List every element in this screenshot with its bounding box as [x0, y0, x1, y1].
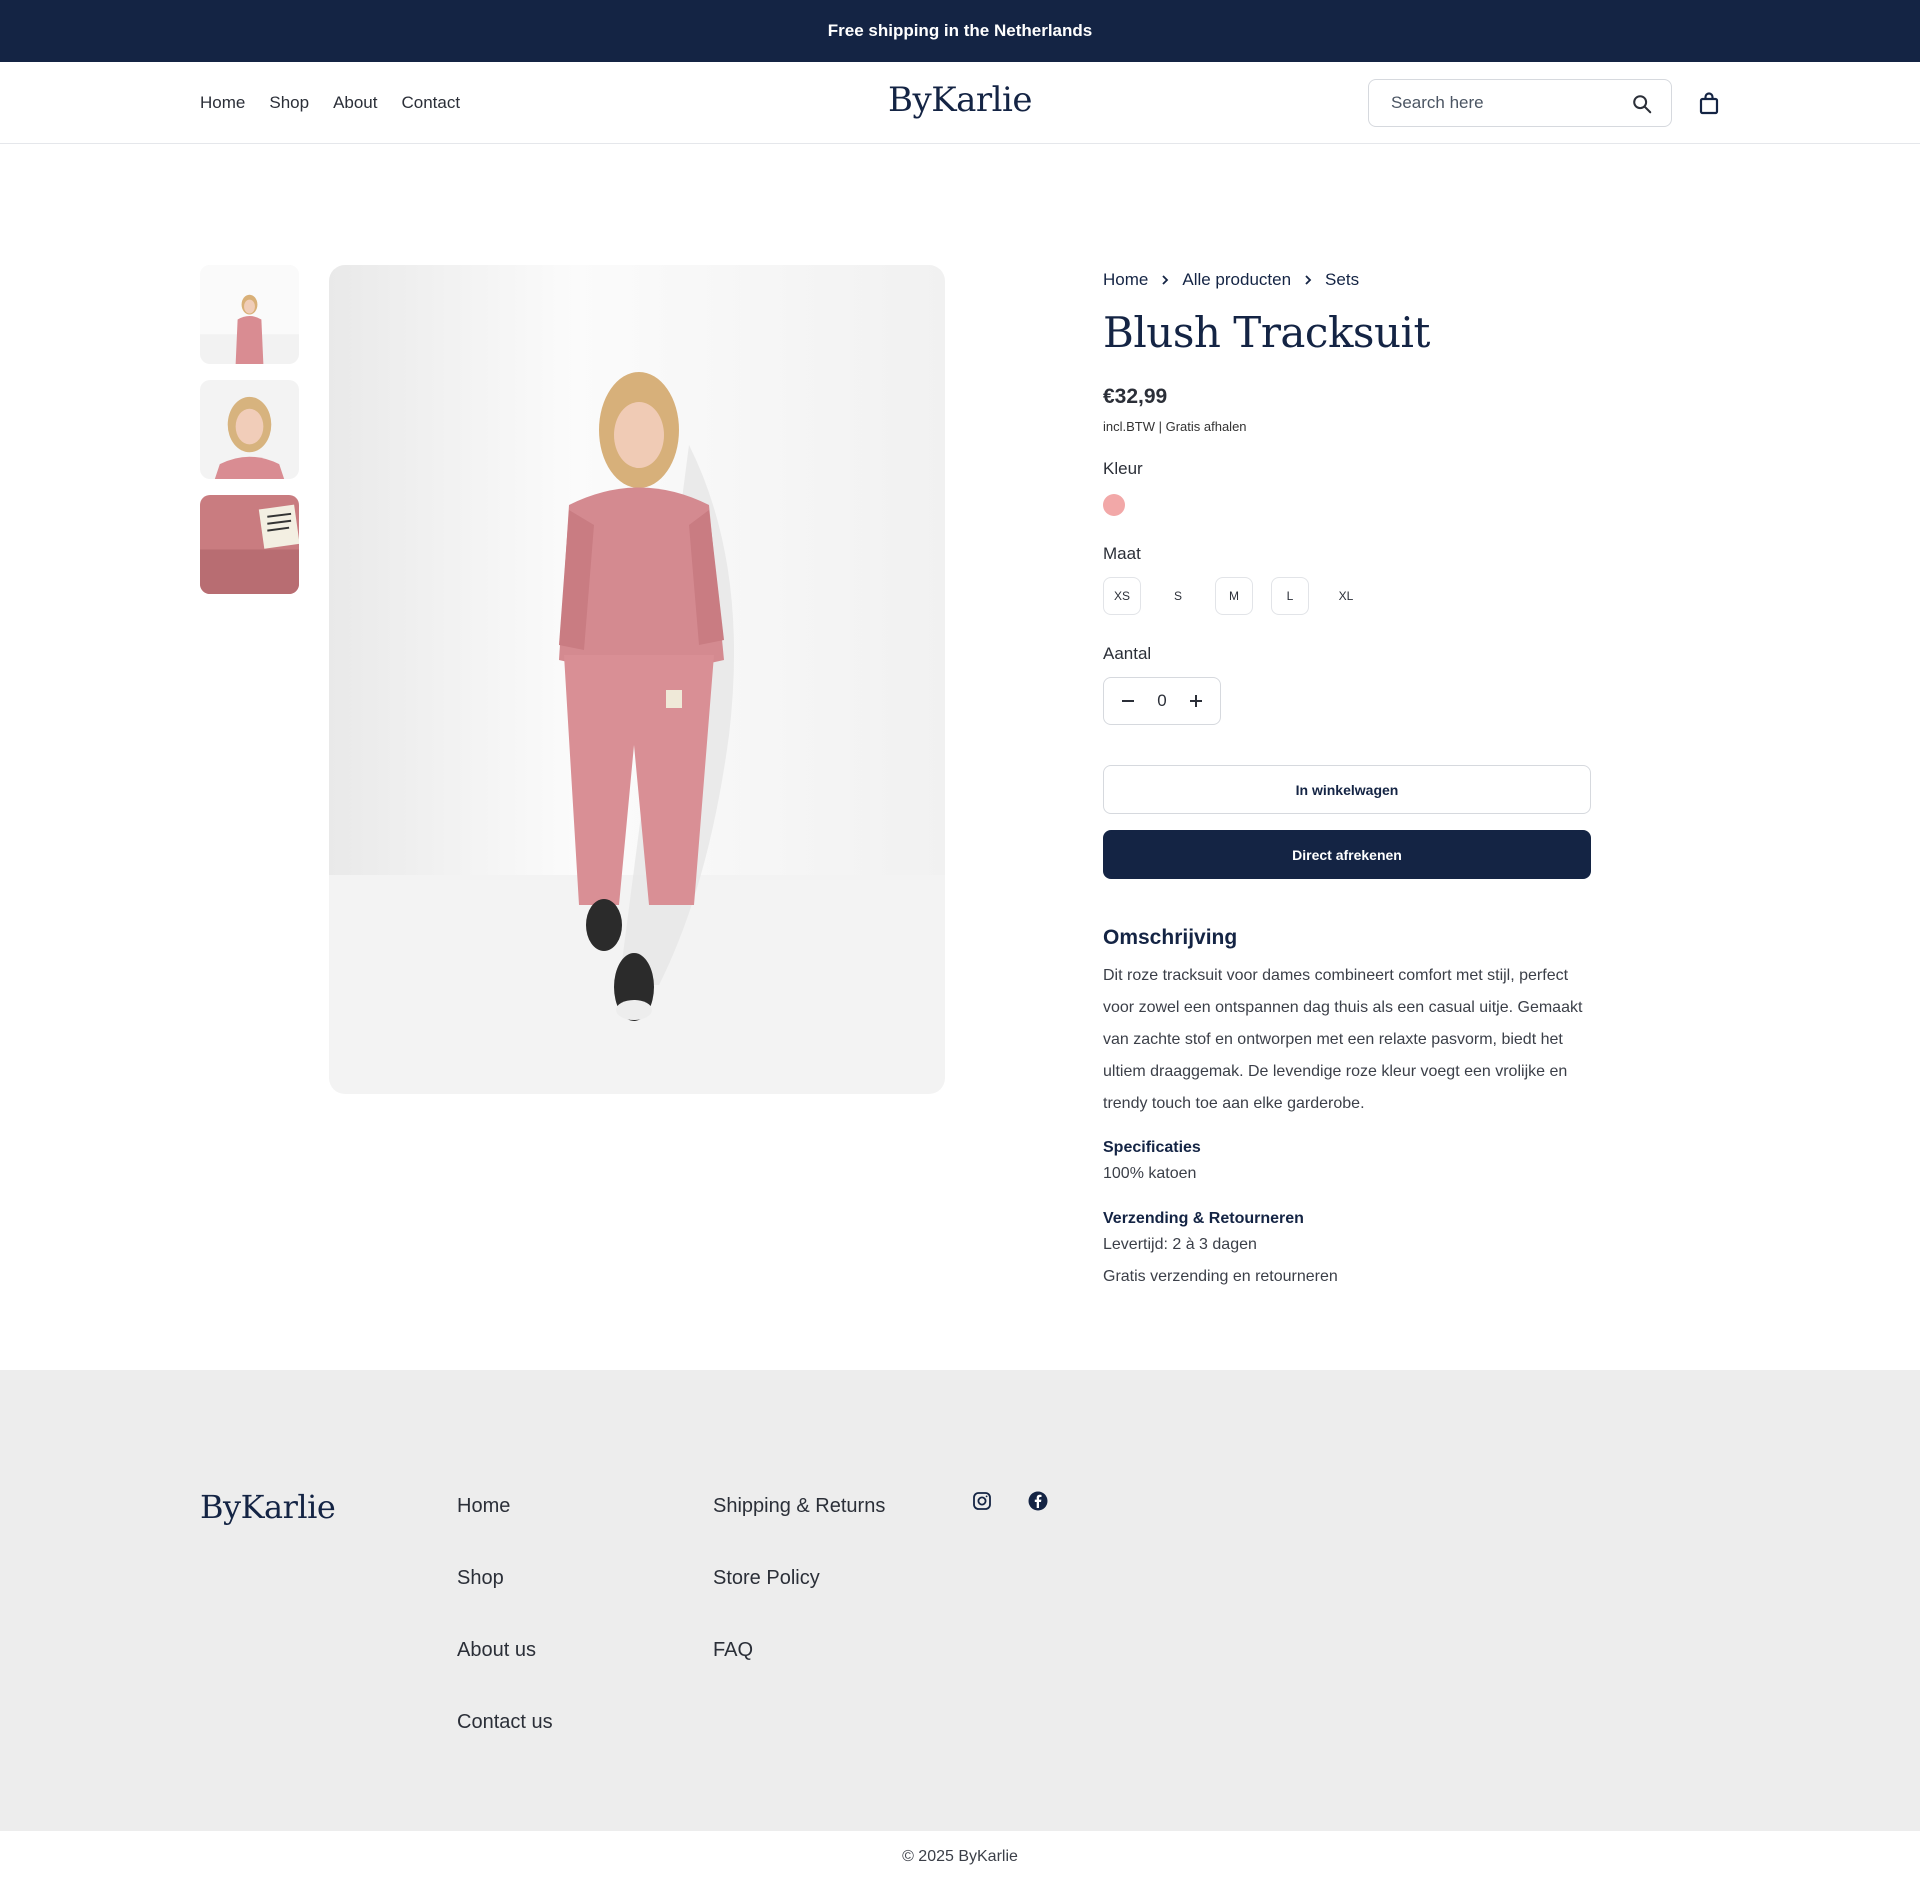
footer-link-contact[interactable]: Contact us: [457, 1711, 553, 1734]
plus-icon: [1190, 695, 1202, 707]
specifications-text: 100% katoen: [1103, 1165, 1197, 1182]
shipping-heading: Verzending & Retourneren: [1103, 1210, 1304, 1227]
product-main-image[interactable]: [329, 265, 945, 1094]
nav-home[interactable]: Home: [200, 93, 245, 113]
site-header: Home Shop About Contact ByKarlie: [0, 62, 1920, 144]
product-thumbnail-2[interactable]: [200, 380, 299, 479]
add-to-cart-button[interactable]: In winkelwagen: [1103, 765, 1591, 814]
breadcrumb: Home Alle producten Sets: [1103, 270, 1359, 290]
brand-logo[interactable]: ByKarlie: [888, 80, 1033, 120]
decrement-button[interactable]: [1118, 691, 1138, 711]
minus-icon: [1122, 700, 1134, 702]
color-label: Kleur: [1103, 459, 1143, 478]
size-option-xl[interactable]: XL: [1327, 577, 1365, 615]
site-footer: ByKarlie Home Shop About us Contact us S…: [0, 1370, 1920, 1831]
footer-link-store-policy[interactable]: Store Policy: [713, 1567, 885, 1590]
search-input[interactable]: [1391, 93, 1611, 113]
footer-link-home[interactable]: Home: [457, 1495, 553, 1518]
facebook-icon[interactable]: [1028, 1491, 1048, 1511]
chevron-right-icon: [1162, 275, 1169, 285]
footer-links-main: Home Shop About us Contact us: [457, 1495, 553, 1734]
announcement-bar: Free shipping in the Netherlands: [0, 0, 1920, 62]
breadcrumb-all-products[interactable]: Alle producten: [1182, 270, 1291, 290]
size-options: XS S M L XL: [1103, 577, 1365, 615]
color-swatch-pink[interactable]: [1103, 494, 1125, 516]
price-note: incl.BTW | Gratis afhalen: [1103, 419, 1247, 434]
chevron-right-icon: [1305, 275, 1312, 285]
nav-shop[interactable]: Shop: [269, 93, 309, 113]
quantity-value: 0: [1157, 691, 1167, 710]
footer-brand-logo[interactable]: ByKarlie: [200, 1488, 336, 1526]
footer-link-about[interactable]: About us: [457, 1639, 553, 1662]
product-price: €32,99: [1103, 385, 1168, 408]
instagram-icon[interactable]: [972, 1491, 992, 1511]
buy-now-button[interactable]: Direct afrekenen: [1103, 830, 1591, 879]
size-label: Maat: [1103, 544, 1141, 563]
product-thumbnail-3[interactable]: [200, 495, 299, 594]
shopping-bag-icon[interactable]: [1698, 91, 1720, 115]
quantity-stepper: 0: [1103, 677, 1221, 725]
copyright-text: © 2025 ByKarlie: [902, 1848, 1018, 1865]
footer-link-faq[interactable]: FAQ: [713, 1639, 885, 1662]
specifications-heading: Specificaties: [1103, 1139, 1201, 1156]
size-option-l[interactable]: L: [1271, 577, 1309, 615]
product-title: Blush Tracksuit: [1103, 308, 1430, 357]
shipping-line-2: Gratis verzending en retourneren: [1103, 1268, 1338, 1285]
size-option-m[interactable]: M: [1215, 577, 1253, 615]
search-box: [1368, 79, 1672, 127]
size-option-xs[interactable]: XS: [1103, 577, 1141, 615]
breadcrumb-sets[interactable]: Sets: [1325, 270, 1359, 290]
breadcrumb-home[interactable]: Home: [1103, 270, 1148, 290]
main-nav: Home Shop About Contact: [200, 62, 460, 144]
footer-links-info: Shipping & Returns Store Policy FAQ: [713, 1495, 885, 1662]
search-icon[interactable]: [1631, 93, 1653, 115]
increment-button[interactable]: [1186, 691, 1206, 711]
shipping-line-1: Levertijd: 2 à 3 dagen: [1103, 1236, 1257, 1253]
nav-about[interactable]: About: [333, 93, 377, 113]
footer-link-shop[interactable]: Shop: [457, 1567, 553, 1590]
footer-link-shipping-returns[interactable]: Shipping & Returns: [713, 1495, 885, 1518]
quantity-label: Aantal: [1103, 644, 1152, 663]
size-option-s[interactable]: S: [1159, 577, 1197, 615]
nav-contact[interactable]: Contact: [402, 93, 461, 113]
description-heading: Omschrijving: [1103, 926, 1238, 949]
description-text: Dit roze tracksuit voor dames combineert…: [1103, 967, 1583, 1112]
announcement-text: Free shipping in the Netherlands: [827, 21, 1093, 40]
product-thumbnail-1[interactable]: [200, 265, 299, 364]
